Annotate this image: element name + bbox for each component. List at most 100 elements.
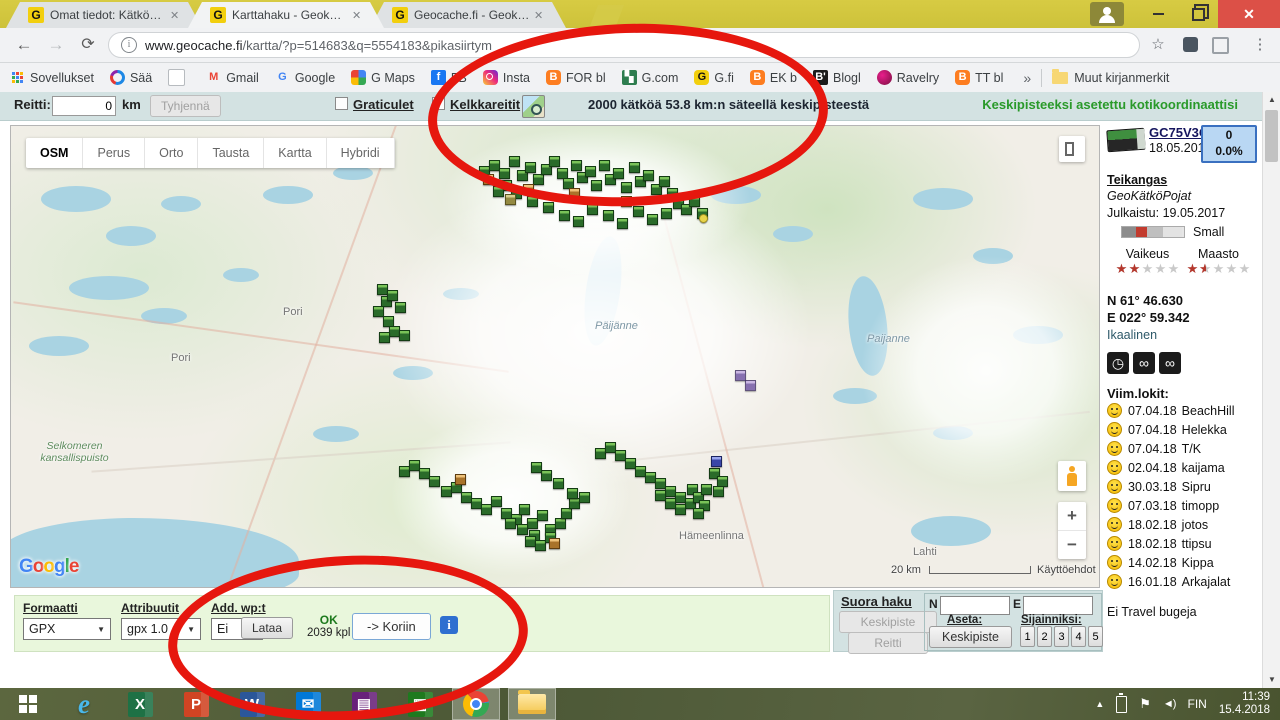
bookmark-blogl[interactable]: B'Blogl <box>813 70 861 85</box>
cache-marker[interactable] <box>455 474 466 485</box>
calculator-icon[interactable]: ▦ <box>392 688 448 720</box>
bookmark-ravelry[interactable]: Ravelry <box>877 70 939 85</box>
cache-marker[interactable] <box>541 470 552 481</box>
cache-marker[interactable] <box>531 462 542 473</box>
cache-marker[interactable] <box>665 498 676 509</box>
browser-tab[interactable]: GOmat tiedot: Kätkökorit✕ <box>6 2 202 28</box>
cache-marker[interactable] <box>617 218 628 229</box>
bookmarks-overflow-icon[interactable]: » <box>1023 70 1031 86</box>
extension-icon-2[interactable] <box>1208 33 1232 57</box>
cache-marker[interactable] <box>561 508 572 519</box>
page-info-icon[interactable]: i <box>121 37 137 53</box>
tray-expand-icon[interactable]: ▲ <box>1095 699 1104 709</box>
back-icon[interactable]: ← <box>12 33 36 57</box>
log-user[interactable]: T/K <box>1182 442 1201 456</box>
browser-tab[interactable]: GGeocache.fi - Geokätköil✕ <box>370 2 566 28</box>
cache-marker[interactable] <box>493 186 504 197</box>
map-layer-hybridi[interactable]: Hybridi <box>327 138 395 168</box>
tab-close-icon[interactable]: ✕ <box>534 9 546 22</box>
north-input[interactable] <box>940 596 1010 615</box>
internet-explorer-icon[interactable]: e <box>56 688 112 720</box>
log-user[interactable]: timopp <box>1182 499 1220 513</box>
cache-marker[interactable] <box>509 156 520 167</box>
bookmark-ek-b[interactable]: BEK b <box>750 70 797 85</box>
action-center-icon[interactable]: ⚑ <box>1139 696 1151 712</box>
file-explorer-icon[interactable] <box>508 688 556 720</box>
cache-marker[interactable] <box>585 166 596 177</box>
cache-marker[interactable] <box>543 202 554 213</box>
street-view-pegman-icon[interactable] <box>1058 461 1086 491</box>
info-icon[interactable]: i <box>440 616 458 634</box>
new-tab-button[interactable] <box>590 5 624 26</box>
zoom-in-button[interactable]: + <box>1058 502 1086 530</box>
bookmark-fb[interactable]: fFB <box>431 70 467 85</box>
cache-marker[interactable] <box>613 168 624 179</box>
cache-marker[interactable] <box>537 510 548 521</box>
cache-marker[interactable] <box>599 160 610 171</box>
bookmark-g-maps[interactable]: G Maps <box>351 70 415 85</box>
battery-icon[interactable] <box>1116 696 1127 713</box>
format-select[interactable]: GPX▼ <box>23 618 111 640</box>
attributes-select[interactable]: gpx 1.0▼ <box>121 618 201 640</box>
cache-marker[interactable] <box>399 330 410 341</box>
graticule-option[interactable]: Graticulet <box>335 97 414 112</box>
route-length-input[interactable] <box>52 96 116 116</box>
extension-icon[interactable] <box>1178 33 1202 57</box>
vertical-scrollbar[interactable]: ▲ ▼ <box>1262 92 1280 688</box>
map-layer-kartta[interactable]: Kartta <box>264 138 326 168</box>
map-layer-osm[interactable]: OSM <box>26 138 83 168</box>
address-bar[interactable]: i www.geocache.fi/kartta/?p=514683&q=555… <box>108 32 1140 58</box>
start-button[interactable] <box>0 688 56 720</box>
cache-marker[interactable] <box>699 214 708 223</box>
profile-icon[interactable] <box>1090 2 1124 26</box>
set-center-button[interactable]: Keskipiste <box>929 626 1012 648</box>
cache-marker[interactable] <box>525 162 536 173</box>
cache-marker[interactable] <box>483 174 494 185</box>
cache-marker[interactable] <box>569 188 580 199</box>
bookmark-tt-bl[interactable]: BTT bl <box>955 70 1003 85</box>
cache-marker[interactable] <box>559 210 570 221</box>
cache-marker[interactable] <box>549 156 560 167</box>
cache-marker[interactable] <box>659 176 670 187</box>
log-user[interactable]: Kippa <box>1182 556 1214 570</box>
cache-marker[interactable] <box>629 162 640 173</box>
to-basket-button[interactable]: -> Koriin <box>352 613 431 640</box>
minimize-button[interactable] <box>1138 0 1178 28</box>
cache-marker[interactable] <box>499 168 510 179</box>
position-button-5[interactable]: 5 <box>1088 626 1103 647</box>
cache-marker[interactable] <box>523 184 534 195</box>
log-user[interactable]: Helekka <box>1182 423 1227 437</box>
position-button-1[interactable]: 1 <box>1020 626 1035 647</box>
browser-tab[interactable]: GKarttahaku - Geokätköily✕ <box>188 2 384 28</box>
cache-name-link[interactable]: Teikangas <box>1107 173 1259 187</box>
position-button-4[interactable]: 4 <box>1071 626 1086 647</box>
scrollbar-thumb[interactable] <box>1265 110 1278 162</box>
bookmark-star-icon[interactable]: ☆ <box>1146 33 1170 57</box>
cache-marker[interactable] <box>527 196 538 207</box>
cache-marker[interactable] <box>387 290 398 301</box>
log-user[interactable]: Arkajalat <box>1182 575 1231 589</box>
cache-marker[interactable] <box>505 194 516 205</box>
bookmark-g-fi[interactable]: GG.fi <box>694 70 733 85</box>
cache-marker[interactable] <box>553 478 564 489</box>
bookmark-g-com[interactable]: ▚G.com <box>622 70 679 85</box>
bookmark-sovellukset[interactable]: Sovellukset <box>10 70 94 85</box>
keyboard-language[interactable]: FIN <box>1187 697 1206 711</box>
cache-marker[interactable] <box>701 484 712 495</box>
routes-option[interactable]: Kelkkareitit <box>432 97 520 112</box>
log-user[interactable]: jotos <box>1182 518 1208 532</box>
chrome-menu-icon[interactable]: ⋮ <box>1248 33 1272 57</box>
mail-icon[interactable]: ✉ <box>280 688 336 720</box>
cache-marker[interactable] <box>579 492 590 503</box>
scroll-down-icon[interactable]: ▼ <box>1263 672 1280 688</box>
cache-marker[interactable] <box>591 180 602 191</box>
cache-marker[interactable] <box>555 518 566 529</box>
remote-app-icon[interactable]: ▤ <box>336 688 392 720</box>
cache-marker[interactable] <box>571 160 582 171</box>
cache-marker[interactable] <box>711 456 722 467</box>
bookmark-google[interactable]: GGoogle <box>275 70 335 85</box>
position-button-2[interactable]: 2 <box>1037 626 1052 647</box>
minimap-icon[interactable] <box>522 95 545 118</box>
cache-marker[interactable] <box>693 508 704 519</box>
volume-icon[interactable]: ◄) <box>1163 698 1176 710</box>
